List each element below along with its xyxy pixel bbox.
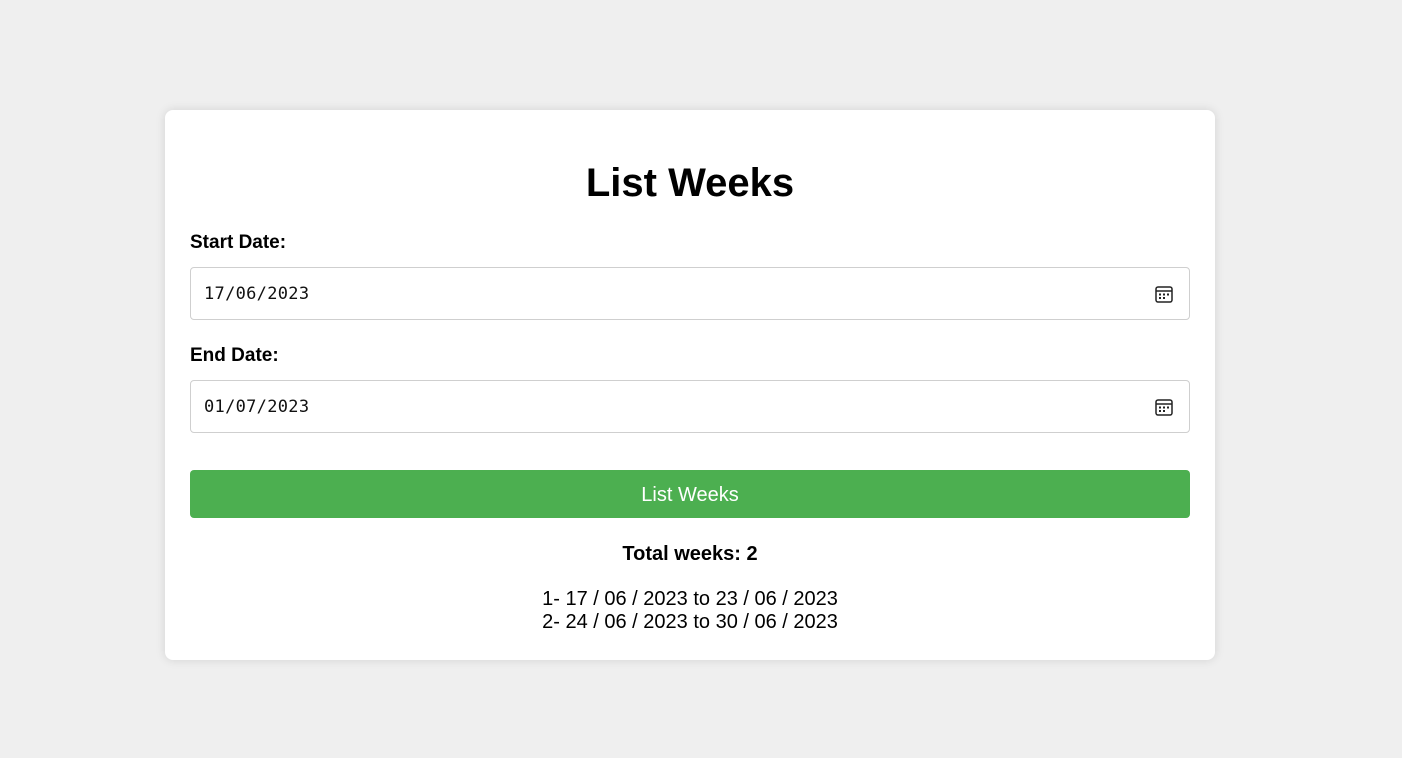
- list-weeks-button[interactable]: List Weeks: [190, 470, 1190, 518]
- list-weeks-card: List Weeks Start Date: 17/06/2023 End Da…: [165, 110, 1215, 660]
- end-date-label: End Date:: [190, 345, 279, 366]
- start-date-label: Start Date:: [190, 232, 287, 253]
- week-item: 1- 17 / 06 / 2023 to 23 / 06 / 2023: [542, 588, 838, 610]
- total-weeks-text: Total weeks: 2: [622, 543, 758, 565]
- start-date-input[interactable]: 17/06/2023: [190, 267, 1190, 320]
- calendar-icon[interactable]: [1154, 284, 1174, 304]
- calendar-icon[interactable]: [1154, 397, 1174, 417]
- end-date-value[interactable]: 01/07/2023: [204, 397, 1154, 417]
- start-date-value[interactable]: 17/06/2023: [204, 284, 1154, 304]
- page-title: List Weeks: [585, 161, 795, 205]
- end-date-input[interactable]: 01/07/2023: [190, 380, 1190, 433]
- weeks-list: 1- 17 / 06 / 2023 to 23 / 06 / 2023 2- 2…: [165, 588, 1215, 634]
- week-item: 2- 24 / 06 / 2023 to 30 / 06 / 2023: [542, 611, 838, 633]
